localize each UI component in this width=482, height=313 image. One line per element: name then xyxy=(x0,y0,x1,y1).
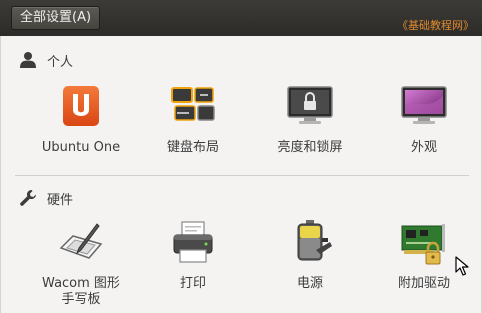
power-label: 电源 xyxy=(296,276,323,291)
brightness-lock-item[interactable]: 亮度和锁屏 xyxy=(254,80,366,172)
wacom-tablet-icon xyxy=(59,223,103,259)
all-settings-button[interactable]: 全部设置(A) xyxy=(11,6,101,30)
wacom-tablet-label: Wacom 图形 手写板 xyxy=(42,276,120,307)
person-icon xyxy=(20,52,36,68)
section-hardware-title: 硬件 xyxy=(47,192,74,208)
section-divider xyxy=(15,175,469,176)
ubuntu-one-label: Ubuntu One xyxy=(41,140,121,155)
printer-icon xyxy=(173,221,213,263)
ubuntu-one-icon xyxy=(63,86,99,126)
additional-drivers-icon xyxy=(401,224,445,265)
mouse-pointer-icon xyxy=(455,256,469,276)
keyboard-layout-label: 键盘布局 xyxy=(166,140,219,155)
brightness-lock-icon xyxy=(287,86,333,124)
appearance-item[interactable]: 外观 xyxy=(368,80,480,172)
keyboard-layout-icon xyxy=(171,87,215,121)
brightness-lock-label: 亮度和锁屏 xyxy=(277,140,343,155)
section-personal-header: 个人 xyxy=(19,50,73,70)
section-personal-title: 个人 xyxy=(47,54,74,70)
appearance-label: 外观 xyxy=(410,140,437,155)
additional-drivers-label: 附加驱动 xyxy=(397,276,450,291)
printer-label: 打印 xyxy=(179,276,206,291)
settings-panel: 个人 Ubuntu One 键盘布局 亮度和锁屏 外观 硬件 Wacom 图形 … xyxy=(0,36,482,313)
power-item[interactable]: 电源 xyxy=(254,216,366,308)
ubuntu-one-item[interactable]: Ubuntu One xyxy=(25,80,137,172)
appearance-icon xyxy=(401,86,447,124)
top-toolbar: 全部设置(A) 《基础教程网》 xyxy=(0,0,482,36)
watermark-text: 《基础教程网》 xyxy=(397,19,474,32)
printer-item[interactable]: 打印 xyxy=(137,216,249,308)
wrench-icon xyxy=(20,189,37,206)
keyboard-layout-item[interactable]: 键盘布局 xyxy=(137,80,249,172)
section-hardware-header: 硬件 xyxy=(19,188,73,208)
power-battery-icon xyxy=(297,220,332,261)
wacom-tablet-item[interactable]: Wacom 图形 手写板 xyxy=(25,216,137,308)
